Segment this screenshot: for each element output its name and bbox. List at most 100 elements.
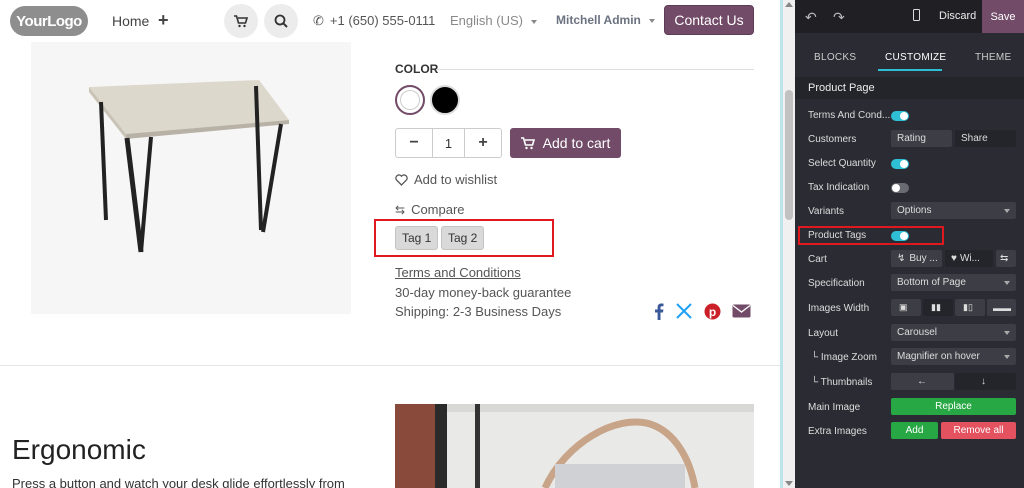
image-zoom-select[interactable]: Magnifier on hover bbox=[891, 348, 1016, 365]
tab-theme[interactable]: THEME bbox=[975, 52, 1012, 63]
chevron-down-icon bbox=[648, 18, 655, 23]
add-extra-images-button[interactable]: Add bbox=[891, 422, 938, 439]
option-label-image-zoom: └ Image Zoom bbox=[811, 352, 877, 363]
toggle-knob bbox=[892, 184, 900, 192]
layout-select[interactable]: Carousel bbox=[891, 324, 1016, 341]
wishlist-label: Add to wishlist bbox=[414, 172, 498, 187]
phone-icon: ✆ bbox=[313, 13, 324, 28]
language-selector[interactable]: English (US) bbox=[450, 13, 537, 28]
width-twothirds-icon: ▮▯ bbox=[963, 302, 973, 312]
quantity-input[interactable]: 1 bbox=[432, 129, 465, 157]
option-label-variants: Variants bbox=[808, 206, 844, 217]
contact-us-button[interactable]: Contact Us bbox=[664, 5, 754, 35]
discard-button[interactable]: Discard bbox=[939, 10, 976, 22]
save-button[interactable]: Save bbox=[982, 0, 1024, 33]
option-label-terms: Terms And Cond... bbox=[808, 110, 891, 121]
x-share-button[interactable] bbox=[673, 300, 695, 322]
add-to-cart-button[interactable]: Add to cart bbox=[510, 128, 621, 158]
undo-icon[interactable]: ↶ bbox=[805, 9, 817, 26]
product-tags-toggle[interactable] bbox=[891, 231, 909, 241]
navbar: YourLogo Home + ✆ +1 (650) 555-0111 Engli… bbox=[0, 0, 780, 42]
quantity-increase-button[interactable]: + bbox=[465, 129, 501, 157]
logo[interactable]: YourLogo bbox=[10, 6, 88, 36]
arrow-down-icon: ↓ bbox=[981, 376, 986, 387]
select-quantity-toggle[interactable] bbox=[891, 159, 909, 169]
option-label-layout: Layout bbox=[808, 328, 839, 339]
color-divider bbox=[437, 69, 754, 70]
scroll-down-icon[interactable] bbox=[785, 481, 793, 486]
cart-button[interactable] bbox=[224, 4, 258, 38]
mobile-preview-icon[interactable] bbox=[913, 9, 920, 21]
nav-home-link[interactable]: Home bbox=[112, 13, 149, 29]
exchange-icon: ⇆ bbox=[1000, 253, 1009, 264]
product-tag[interactable]: Tag 2 bbox=[441, 226, 485, 250]
replace-image-button[interactable]: Replace bbox=[891, 398, 1016, 415]
terms-toggle[interactable] bbox=[891, 111, 909, 121]
add-to-wishlist-link[interactable]: Add to wishlist bbox=[395, 172, 497, 187]
specification-select[interactable]: Bottom of Page bbox=[891, 274, 1016, 291]
images-width-none-button[interactable]: ▣ bbox=[891, 299, 921, 316]
quantity-decrease-button[interactable]: − bbox=[396, 129, 432, 157]
phone-link[interactable]: ✆ +1 (650) 555-0111 bbox=[313, 13, 435, 29]
variants-select[interactable]: Options bbox=[891, 202, 1016, 219]
shipping-text: Shipping: 2-3 Business Days bbox=[395, 304, 562, 319]
redo-icon[interactable]: ↷ bbox=[833, 9, 845, 26]
remove-all-images-button[interactable]: Remove all bbox=[941, 422, 1016, 439]
customers-share-button[interactable]: Share bbox=[955, 130, 1016, 147]
option-label-tax-indication: Tax Indication bbox=[808, 182, 870, 193]
active-tab-indicator bbox=[878, 69, 942, 71]
add-menu-icon[interactable]: + bbox=[158, 10, 169, 31]
toggle-knob bbox=[900, 112, 908, 120]
tax-indication-toggle[interactable] bbox=[891, 183, 909, 193]
section-image[interactable] bbox=[395, 404, 754, 488]
cart-buy-label: Buy ... bbox=[909, 253, 938, 264]
user-menu[interactable]: Mitchell Admin bbox=[556, 13, 655, 27]
pinterest-share-button[interactable]: p bbox=[701, 300, 723, 322]
scrollbar-thumb[interactable] bbox=[785, 90, 793, 220]
images-width-full-button[interactable]: ▬▬ bbox=[987, 299, 1016, 316]
option-label-cart: Cart bbox=[808, 254, 827, 265]
website-preview: YourLogo Home + ✆ +1 (650) 555-0111 Engli… bbox=[0, 0, 783, 488]
color-swatch-black[interactable] bbox=[430, 85, 460, 115]
facebook-share-button[interactable] bbox=[648, 300, 670, 322]
customers-rating-button[interactable]: Rating bbox=[891, 130, 952, 147]
product-image[interactable] bbox=[31, 42, 351, 314]
phone-number: +1 (650) 555-0111 bbox=[329, 13, 436, 28]
tab-customize[interactable]: CUSTOMIZE bbox=[885, 52, 946, 63]
option-label-main-image: Main Image bbox=[808, 402, 861, 413]
toggle-knob bbox=[900, 232, 908, 240]
color-swatch-white[interactable] bbox=[395, 85, 425, 115]
thumbnails-left-button[interactable]: ← bbox=[891, 373, 954, 390]
product-tag[interactable]: Tag 1 bbox=[395, 226, 439, 250]
email-icon bbox=[732, 304, 750, 318]
images-width-half-button[interactable]: ▮▮ bbox=[923, 299, 953, 316]
email-share-button[interactable] bbox=[730, 300, 752, 322]
editor-panel: ↶ ↷ Discard Save BLOCKS CUSTOMIZE THEME … bbox=[795, 0, 1024, 488]
user-name: Mitchell Admin bbox=[556, 13, 641, 27]
cart-compare-button[interactable]: ⇆ bbox=[996, 250, 1016, 267]
terms-and-conditions-link[interactable]: Terms and Conditions bbox=[395, 265, 521, 280]
scroll-up-icon[interactable] bbox=[785, 2, 793, 7]
option-label-product-tags: Product Tags bbox=[808, 230, 867, 241]
search-button[interactable] bbox=[264, 4, 298, 38]
facebook-icon bbox=[655, 303, 664, 320]
thumbnails-bottom-button[interactable]: ↓ bbox=[955, 373, 1016, 390]
preview-scrollbar[interactable] bbox=[783, 0, 795, 488]
quantity-stepper: − 1 + bbox=[395, 128, 502, 158]
editor-tabs: BLOCKS CUSTOMIZE THEME bbox=[795, 45, 1024, 71]
toggle-knob bbox=[900, 160, 908, 168]
cart-wishlist-button[interactable]: ♥ Wi... bbox=[945, 250, 993, 267]
option-label-specification: Specification bbox=[808, 278, 865, 289]
images-width-twothirds-button[interactable]: ▮▯ bbox=[955, 299, 985, 316]
width-half-icon: ▮▮ bbox=[931, 302, 941, 312]
option-label-extra-images: Extra Images bbox=[808, 426, 867, 437]
section-title: Ergonomic bbox=[12, 434, 146, 465]
guarantee-text: 30-day money-back guarantee bbox=[395, 285, 572, 300]
language-label: English (US) bbox=[450, 13, 523, 28]
cart-wishlist-label: Wi... bbox=[959, 253, 980, 264]
compare-link[interactable]: ⇆ Compare bbox=[395, 202, 465, 217]
cart-buy-now-button[interactable]: ↯ Buy ... bbox=[891, 250, 942, 267]
search-icon bbox=[274, 14, 288, 28]
tab-blocks[interactable]: BLOCKS bbox=[814, 52, 856, 63]
option-label-images-width: Images Width bbox=[808, 303, 870, 314]
